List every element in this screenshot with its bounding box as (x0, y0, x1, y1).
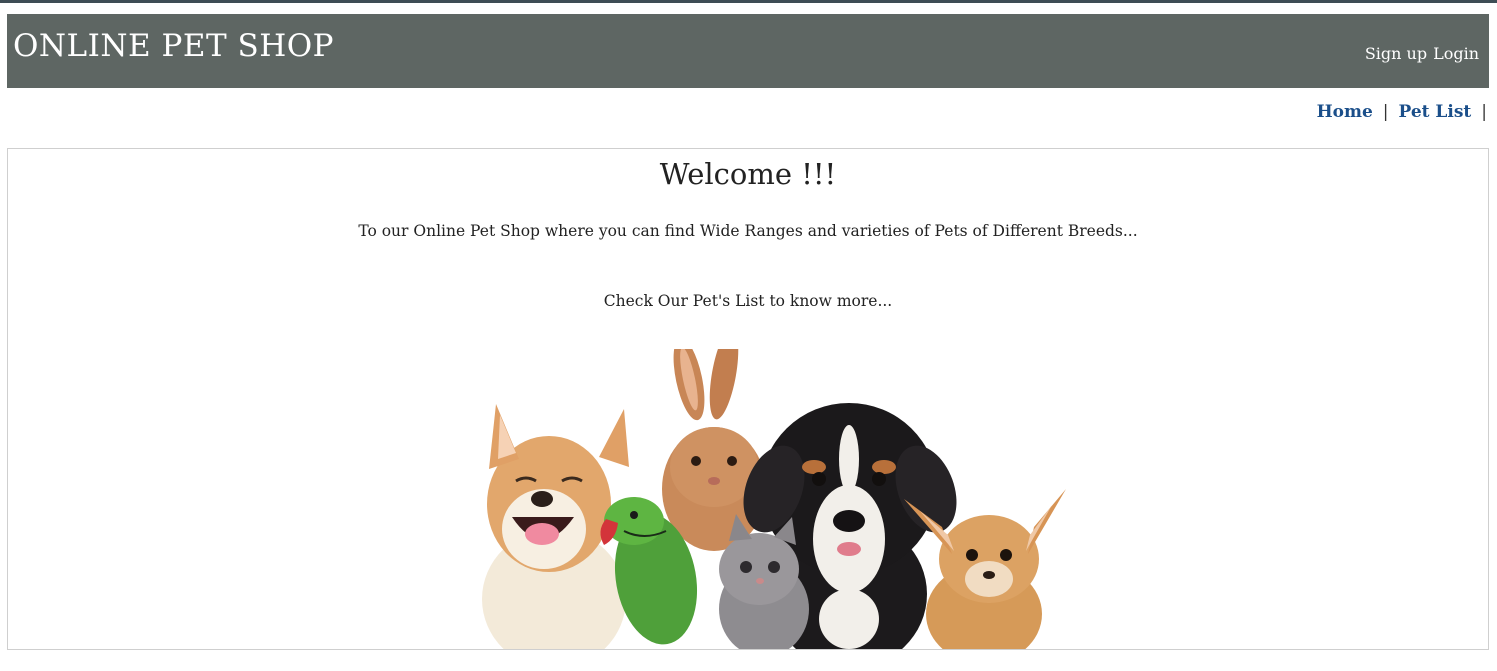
signup-link[interactable]: Sign up (1365, 44, 1427, 63)
pets-hero-image (482, 349, 1066, 649)
welcome-heading: Welcome !!! (659, 157, 837, 191)
main-nav: Home | Pet List | (1317, 102, 1487, 122)
site-header: ONLINE PET SHOP Sign up Login (7, 14, 1489, 88)
top-accent-strip (0, 0, 1497, 3)
site-title: ONLINE PET SHOP (13, 28, 335, 64)
nav-separator: | (1382, 102, 1389, 122)
petlist-cta-text: Check Our Pet's List to know more... (603, 292, 893, 310)
login-link[interactable]: Login (1433, 44, 1479, 63)
nav-separator: | (1481, 102, 1487, 122)
nav-home-link[interactable]: Home (1317, 102, 1373, 122)
auth-links: Sign up Login (1365, 44, 1479, 63)
nav-petlist-link[interactable]: Pet List (1399, 102, 1472, 122)
content-panel: Welcome !!! To our Online Pet Shop where… (7, 148, 1489, 650)
intro-text: To our Online Pet Shop where you can fin… (358, 222, 1138, 240)
